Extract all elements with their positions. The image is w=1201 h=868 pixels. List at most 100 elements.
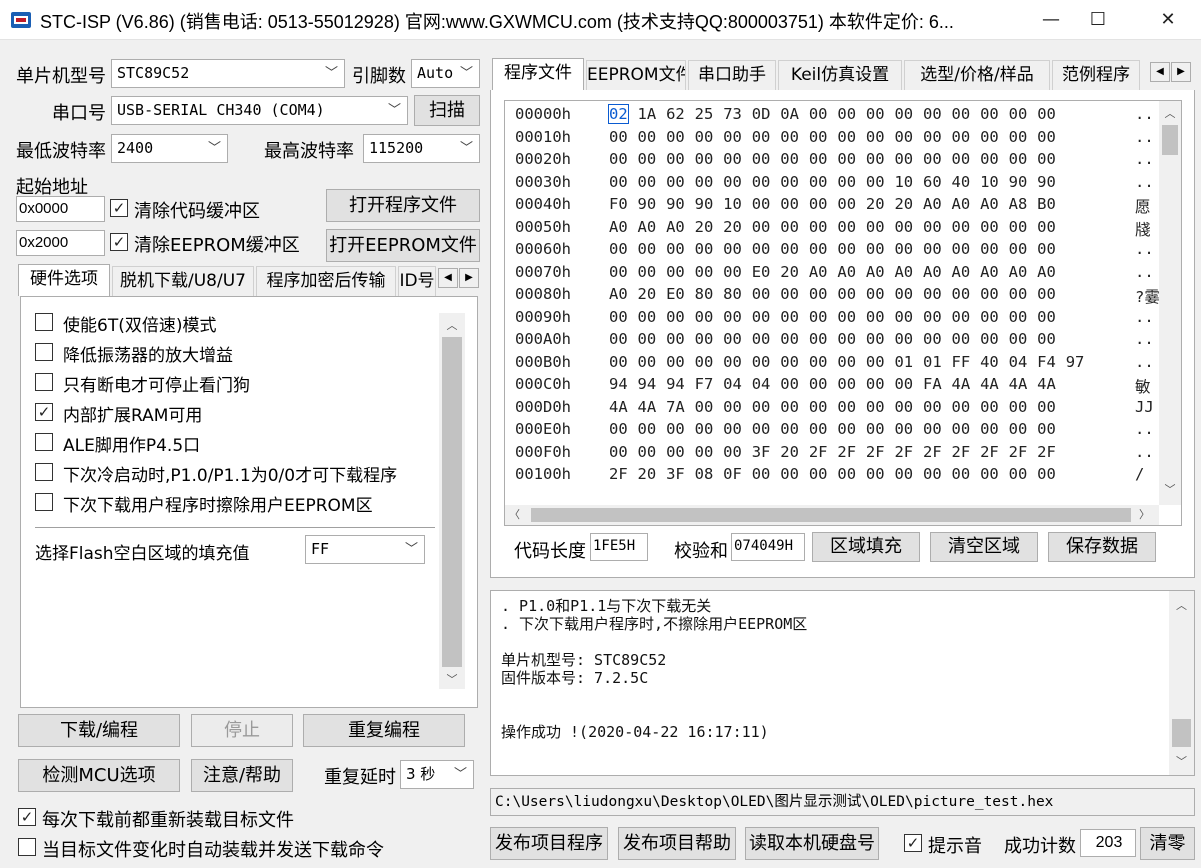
hex-ascii: .. xyxy=(1135,442,1154,461)
title-bar[interactable]: STC-ISP (V6.86) (销售电话: 0513-55012928) 官网… xyxy=(0,0,1201,40)
mcu-type-select[interactable]: STC89C52 ﹀ xyxy=(111,59,345,88)
scroll-down-icon[interactable]: ﹀ xyxy=(439,671,465,687)
option-checkbox[interactable] xyxy=(35,343,53,361)
selected-byte[interactable]: 02 xyxy=(608,104,629,124)
stop-button[interactable]: 停止 xyxy=(191,714,293,747)
option-row[interactable]: ✓ 内部扩展RAM可用 xyxy=(35,399,435,427)
tab-hardware-options[interactable]: 硬件选项 xyxy=(18,264,110,296)
scroll-thumb[interactable] xyxy=(1172,719,1191,747)
checksum-label: 校验和 xyxy=(674,541,728,562)
option-row[interactable]: 下次冷启动时,P1.0/P1.1为0/0才可下载程序 xyxy=(35,459,435,487)
options-scrollbar[interactable]: ︿ ﹀ xyxy=(439,313,465,689)
tab-program-file[interactable]: 程序文件 xyxy=(492,58,584,90)
fill-value-label: 选择Flash空白区域的填充值 xyxy=(35,544,250,564)
repeat-program-button[interactable]: 重复编程 xyxy=(303,714,465,747)
option-checkbox[interactable]: ✓ xyxy=(35,403,53,421)
hex-view[interactable]: 00000h 02 1A 62 25 73 0D 0A 00 00 00 00 0… xyxy=(504,100,1182,526)
auto-load-label: 当目标文件变化时自动装载并发送下载命令 xyxy=(42,840,384,861)
clear-eeprom-checkbox[interactable]: ✓ xyxy=(110,233,128,251)
clear-count-button[interactable]: 清零 xyxy=(1140,827,1195,860)
option-row[interactable]: 下次下载用户程序时擦除用户EEPROM区 xyxy=(35,489,435,517)
option-row[interactable]: ALE脚用作P4.5口 xyxy=(35,429,435,457)
option-label: 内部扩展RAM可用 xyxy=(63,406,203,426)
min-baud-select[interactable]: 2400 ﹀ xyxy=(111,134,228,163)
minimize-button[interactable]: — xyxy=(1028,0,1074,40)
hex-rows: 00000h 02 1A 62 25 73 0D 0A 00 00 00 00 0… xyxy=(505,103,1165,493)
option-label: 下次冷启动时,P1.0/P1.1为0/0才可下载程序 xyxy=(63,466,398,486)
auto-load-checkbox[interactable] xyxy=(18,838,36,856)
detect-mcu-button[interactable]: 检测MCU选项 xyxy=(18,759,180,792)
clear-region-button[interactable]: 清空区域 xyxy=(930,532,1038,562)
hex-ascii: .. xyxy=(1135,105,1154,123)
option-checkbox[interactable] xyxy=(35,463,53,481)
option-checkbox[interactable] xyxy=(35,493,53,511)
reload-before-download-checkbox[interactable]: ✓ xyxy=(18,808,36,826)
scan-button[interactable]: 扫描 xyxy=(414,95,480,126)
open-eeprom-button[interactable]: 打开EEPROM文件 xyxy=(326,229,480,262)
tab-scroll-left-icon[interactable]: ◀ xyxy=(438,268,458,288)
scroll-thumb[interactable] xyxy=(442,337,462,667)
help-button[interactable]: 注意/帮助 xyxy=(191,759,293,792)
hex-horizontal-scrollbar[interactable]: 〈 〉 xyxy=(505,505,1159,525)
option-row[interactable]: 降低振荡器的放大增益 xyxy=(35,339,435,367)
hex-ascii: .. xyxy=(1135,352,1154,371)
open-program-button[interactable]: 打开程序文件 xyxy=(326,189,480,222)
option-row[interactable]: 只有断电才可停止看门狗 xyxy=(35,369,435,397)
tab-offline-download[interactable]: 脱机下载/U8/U7 xyxy=(112,266,254,296)
scroll-left-icon[interactable]: 〈 xyxy=(509,506,520,522)
tab-eeprom-file[interactable]: EEPROM文件 xyxy=(586,60,686,90)
save-data-button[interactable]: 保存数据 xyxy=(1048,532,1156,562)
hex-row: 00050h A0 A0 A0 20 20 00 00 00 00 00 00 0… xyxy=(505,216,1165,239)
tab-scroll-right-icon[interactable]: ▶ xyxy=(459,268,479,288)
read-disk-id-button[interactable]: 读取本机硬盘号 xyxy=(745,827,879,860)
fill-value-select[interactable]: FF ﹀ xyxy=(305,535,425,564)
hex-address: 000B0h xyxy=(515,352,571,371)
tab-scroll-left-icon[interactable]: ◀ xyxy=(1150,62,1170,82)
tab-id[interactable]: ID号 xyxy=(398,266,436,296)
option-checkbox[interactable] xyxy=(35,373,53,391)
scroll-right-icon[interactable]: 〉 xyxy=(1139,506,1150,522)
hex-row: 000C0h 94 94 94 F7 04 04 00 00 00 00 00 F… xyxy=(505,373,1165,396)
region-fill-button[interactable]: 区域填充 xyxy=(812,532,920,562)
hex-address: 00090h xyxy=(515,307,571,326)
port-select[interactable]: USB-SERIAL CH340 (COM4) ﹀ xyxy=(111,96,408,125)
hex-row: 00100h 2F 20 3F 08 0F 00 00 00 00 00 00 0… xyxy=(505,463,1165,485)
hex-address: 000A0h xyxy=(515,330,571,348)
beep-checkbox[interactable]: ✓ xyxy=(904,834,922,852)
scroll-down-icon[interactable]: ﹀ xyxy=(1159,481,1181,497)
scroll-up-icon[interactable]: ︿ xyxy=(439,317,465,333)
scroll-up-icon[interactable]: ︿ xyxy=(1169,597,1194,613)
option-row[interactable]: 使能6T(双倍速)模式 xyxy=(35,309,435,337)
output-log[interactable]: . P1.0和P1.1与下次下载无关. 下次下载用户程序时,不擦除用户EEPRO… xyxy=(490,590,1195,776)
repeat-delay-select[interactable]: 3 秒 ﹀ xyxy=(400,760,474,789)
log-scrollbar[interactable]: ︿ ﹀ xyxy=(1169,591,1194,775)
tab-selection-price[interactable]: 选型/价格/样品 xyxy=(904,60,1050,90)
publish-help-button[interactable]: 发布项目帮助 xyxy=(618,827,736,860)
pin-count-select[interactable]: Auto ﹀ xyxy=(411,59,480,88)
code-address-input[interactable]: 0x0000 xyxy=(16,196,105,222)
tab-encrypted-transfer[interactable]: 程序加密后传输 xyxy=(256,266,396,296)
hex-row: 00080h A0 20 E0 80 80 00 00 00 00 00 00 0… xyxy=(505,283,1165,306)
close-button[interactable]: ✕ xyxy=(1145,0,1191,40)
scroll-down-icon[interactable]: ﹀ xyxy=(1169,753,1194,769)
hex-address: 00050h xyxy=(515,217,571,236)
tab-keil-settings[interactable]: Keil仿真设置 xyxy=(778,60,902,90)
maximize-button[interactable]: ☐ xyxy=(1075,0,1121,40)
hex-vertical-scrollbar[interactable]: ︿ ﹀ xyxy=(1159,101,1181,505)
max-baud-select[interactable]: 115200 ﹀ xyxy=(363,134,480,163)
hex-row: 00020h 00 00 00 00 00 00 00 00 00 00 00 0… xyxy=(505,148,1165,170)
download-program-button[interactable]: 下载/编程 xyxy=(18,714,180,747)
option-checkbox[interactable] xyxy=(35,313,53,331)
option-checkbox[interactable] xyxy=(35,433,53,451)
scroll-thumb[interactable] xyxy=(1162,125,1178,155)
tab-examples[interactable]: 范例程序 xyxy=(1052,60,1140,90)
publish-program-button[interactable]: 发布项目程序 xyxy=(490,827,608,860)
eeprom-address-input[interactable]: 0x2000 xyxy=(16,230,105,256)
hex-bytes: 00 00 00 00 00 00 00 00 00 00 00 00 00 0… xyxy=(609,127,1056,146)
tab-serial-assistant[interactable]: 串口助手 xyxy=(688,60,776,90)
scroll-up-icon[interactable]: ︿ xyxy=(1159,105,1181,121)
app-icon xyxy=(11,12,31,28)
tab-scroll-right-icon[interactable]: ▶ xyxy=(1171,62,1191,82)
clear-code-checkbox[interactable]: ✓ xyxy=(110,199,128,217)
scroll-thumb[interactable] xyxy=(531,508,1131,522)
